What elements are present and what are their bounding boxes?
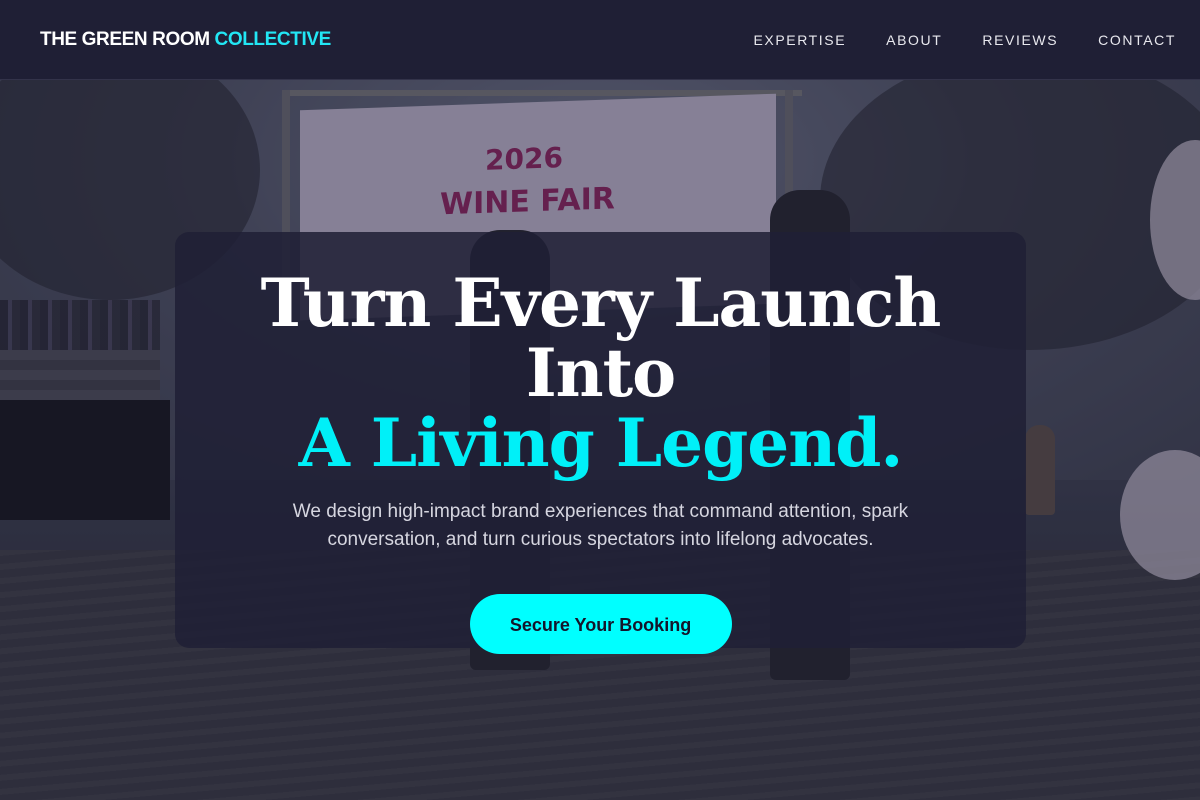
- hero-headline: Turn Every Launch Into A Living Legend.: [175, 232, 1026, 478]
- brand-logo[interactable]: THE GREEN ROOM COLLECTIVE: [40, 29, 331, 51]
- nav-link-expertise[interactable]: EXPERTISE: [753, 32, 846, 48]
- hero-lead-text: We design high-impact brand experiences …: [292, 501, 909, 550]
- headline-line-2: A Living Legend.: [298, 404, 904, 482]
- nav-link-reviews[interactable]: REVIEWS: [982, 32, 1058, 48]
- nav-link-about[interactable]: ABOUT: [886, 32, 942, 48]
- brand-name-part2: COLLECTIVE: [214, 28, 332, 50]
- hero-card: Turn Every Launch Into A Living Legend. …: [175, 232, 1026, 654]
- site-header: THE GREEN ROOM COLLECTIVE EXPERTISE ABOU…: [0, 0, 1200, 80]
- nav-link-contact[interactable]: CONTACT: [1098, 32, 1176, 48]
- brand-name-part1: THE GREEN ROOM: [40, 28, 210, 50]
- main-nav: EXPERTISE ABOUT REVIEWS CONTACT: [713, 32, 1176, 48]
- secure-booking-button[interactable]: Secure Your Booking: [469, 594, 732, 654]
- headline-line-1: Turn Every Launch Into: [260, 264, 942, 412]
